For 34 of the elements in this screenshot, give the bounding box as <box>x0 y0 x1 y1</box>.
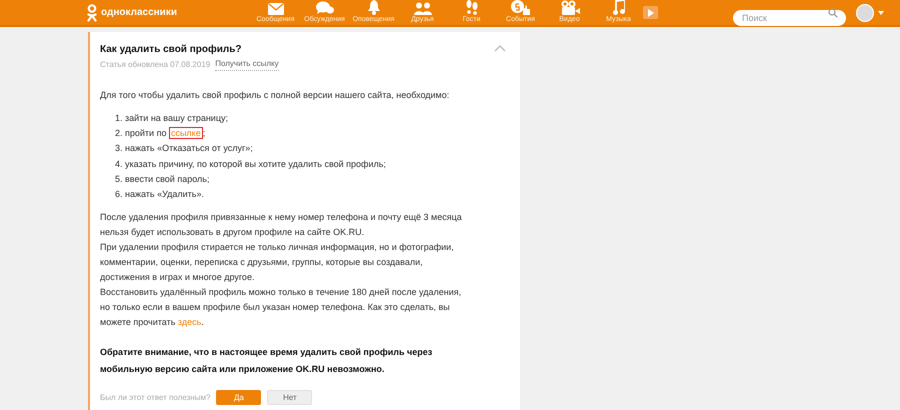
step-item: 6. нажать «Удалить». <box>115 188 205 202</box>
step-item: 2. пройти по ссылке ; <box>115 126 206 142</box>
people-icon <box>414 2 432 15</box>
envelope-icon <box>268 3 284 15</box>
article-title: Как удалить свой профиль? <box>100 43 242 57</box>
collapse-icon[interactable] <box>494 45 506 52</box>
intro-text: Для того чтобы удалить свой профиль с полной версии нашего сайта, необходимо: <box>100 89 450 102</box>
footprints-icon <box>464 0 478 15</box>
music-note-icon <box>612 0 624 15</box>
yes-button[interactable]: Да <box>216 390 262 406</box>
step-item: 5. ввести свой пароль; <box>115 172 210 186</box>
body-text: Восстановить удалённый профиль можно только в течение 180 дней после удаления, но только если в вашем профиле был указан номер телефона. Как это сделать, вы можете прочитать здесь. <box>100 286 462 330</box>
caret-icon[interactable] <box>878 10 884 14</box>
feedback-question: Был ли этот ответ полезным? <box>100 392 210 404</box>
bell-icon <box>366 0 380 15</box>
step-item: 1. зайти на вашу страницу; <box>115 112 229 125</box>
body-text: После удаления профиля привязанные к нему номер телефона и почту ещё 3 месяца нельзя будет использовать в другом профиле на сайте OK.RU. <box>100 211 463 240</box>
logo-icon <box>87 4 97 22</box>
notice-text: Обратите внимание, что в настоящее время удалить свой профиль через мобильную версию сайта или приложение OK.RU невозможно. <box>100 346 434 376</box>
search-field[interactable]: Поиск <box>733 10 846 26</box>
get-link[interactable]: Получить ссылку <box>215 58 279 71</box>
avatar[interactable] <box>856 4 874 22</box>
no-button[interactable]: Нет <box>267 390 312 406</box>
update-date: Статья обновлена 07.08.2019 <box>100 58 210 70</box>
step-item: 3. нажать «Отказаться от услуг»; <box>115 142 254 156</box>
logo-text: одноклассники <box>101 6 177 20</box>
text-link[interactable]: здесь <box>178 317 202 328</box>
text-link[interactable]: ссылке <box>168 127 203 140</box>
body-text: При удалении профиля стирается не только личная информация, но и фотографии, комментарии, оценки, переписка с друзьями, группы, которые вы создавали, достижения в играх и многое другое. <box>100 241 455 284</box>
step-item: 4. указать причину, по которой вы хотите удалить свой профиль; <box>115 158 387 171</box>
search-icon <box>828 8 838 18</box>
logo-link[interactable]: одноклассники <box>87 4 251 22</box>
video-play-icon[interactable] <box>643 6 658 19</box>
speech-bubbles-icon <box>316 1 334 15</box>
